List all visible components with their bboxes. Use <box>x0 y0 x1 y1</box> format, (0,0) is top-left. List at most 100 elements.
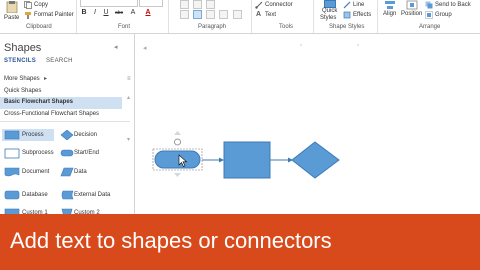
rotation-handle[interactable] <box>174 138 181 146</box>
pane-scroll-down-icon[interactable]: ▾ <box>127 136 130 143</box>
position-button[interactable]: Position <box>401 0 423 22</box>
align-right-button[interactable] <box>206 10 215 19</box>
connection-arrow-up-icon[interactable] <box>174 131 181 135</box>
position-label: Position <box>401 11 423 17</box>
master-external-data[interactable]: External Data <box>58 189 124 201</box>
more-shapes-button[interactable]: More Shapes <box>4 76 40 82</box>
font-size-box[interactable] <box>139 0 163 7</box>
master-label: Document <box>22 169 50 175</box>
arrange-group-label: Arrange <box>419 24 441 30</box>
connector-1[interactable] <box>202 157 224 163</box>
align-label: Align <box>383 11 397 17</box>
bullets-button[interactable] <box>233 10 242 19</box>
format-painter-button[interactable]: Format Painter <box>24 11 76 20</box>
stencil-quick-shapes[interactable]: Quick Shapes <box>4 88 41 94</box>
connector-2[interactable] <box>270 157 293 163</box>
subprocess-shape-icon <box>4 148 20 159</box>
strikethrough-button[interactable]: abc <box>112 9 126 17</box>
line-icon <box>343 1 351 9</box>
master-label: Subprocess <box>22 150 54 156</box>
svg-text:◂: ◂ <box>143 44 147 52</box>
pane-scroll-up-icon[interactable]: ▴ <box>127 94 130 101</box>
master-label: Start/End <box>74 150 100 156</box>
separator <box>251 0 252 33</box>
master-start-end[interactable]: Start/End <box>58 147 122 159</box>
align-left-button[interactable] <box>180 10 189 19</box>
quick-styles-button[interactable]: Quick Styles <box>319 0 341 23</box>
master-subprocess[interactable]: Subprocess <box>2 147 54 159</box>
master-document[interactable]: Document <box>2 166 54 178</box>
effects-label: Effects <box>353 12 372 18</box>
paste-button[interactable]: Paste <box>2 1 22 23</box>
pane-title: Shapes <box>4 42 42 54</box>
copy-label: Copy <box>34 2 49 8</box>
decision-shape-icon <box>60 130 74 140</box>
clipboard-icon <box>6 1 18 13</box>
data-shape-icon <box>60 167 74 177</box>
ribbon: Paste Copy Format Painter Clipboard B I … <box>0 0 480 34</box>
line-label: Line <box>353 2 365 8</box>
shape-styles-group-label: Shape Styles <box>329 24 365 30</box>
send-to-back-icon <box>425 1 433 9</box>
master-label: Decision <box>74 132 98 138</box>
title-banner: Add text to shapes or connectors <box>0 214 480 270</box>
drawing-canvas[interactable]: ◂ <box>135 34 480 214</box>
text-tool-button[interactable]: A Text <box>255 11 285 20</box>
process-shape-icon <box>4 130 20 140</box>
bold-button[interactable]: B <box>80 9 88 17</box>
pane-collapse-icon[interactable]: ◂ <box>114 43 118 51</box>
divider <box>0 121 130 122</box>
align-top-button[interactable] <box>180 0 189 9</box>
line-button[interactable]: Line <box>343 1 373 10</box>
pane-menu-icon[interactable]: ≡ <box>127 76 131 82</box>
database-shape-icon <box>4 190 20 200</box>
align-middle-button[interactable] <box>193 0 202 9</box>
connection-arrow-down-icon[interactable] <box>174 173 181 177</box>
document-shape-icon <box>4 167 20 177</box>
stencil-basic-flowchart[interactable]: Basic Flowchart Shapes <box>4 99 73 105</box>
quick-styles-label-2: Styles <box>320 15 337 21</box>
separator <box>168 0 169 33</box>
tab-search[interactable]: SEARCH <box>46 58 73 64</box>
connector-label: Connector <box>265 2 293 8</box>
align-bottom-button[interactable] <box>206 0 215 9</box>
align-button[interactable]: Align <box>381 0 399 22</box>
master-label: Database <box>22 192 48 198</box>
font-name-box[interactable] <box>80 0 138 7</box>
format-painter-label: Format Painter <box>34 12 74 18</box>
paste-label: Paste <box>4 15 20 21</box>
align-center-button[interactable] <box>193 10 202 19</box>
stencil-cross-functional[interactable]: Cross-Functional Flowchart Shapes <box>4 111 99 117</box>
start-end-shape-icon <box>60 149 74 157</box>
diagram: ◂ <box>143 44 359 179</box>
justify-button[interactable] <box>219 10 228 19</box>
master-label: External Data <box>74 192 111 198</box>
group-button[interactable]: Group <box>425 11 457 20</box>
clipboard-group-label: Clipboard <box>26 24 52 30</box>
external-data-shape-icon <box>61 190 74 200</box>
text-tool-icon: A <box>256 11 262 18</box>
effects-button[interactable]: Effects <box>343 11 375 20</box>
align-icon <box>385 1 395 9</box>
font-size-increase-button[interactable]: A <box>129 9 137 17</box>
font-group-label: Font <box>118 24 131 30</box>
master-decision[interactable]: Decision <box>58 129 122 141</box>
italic-button[interactable]: I <box>91 9 99 17</box>
ruler-expand-icon[interactable]: ◂ <box>143 44 147 52</box>
master-label: Process <box>22 132 44 138</box>
start-end-shape-selected[interactable] <box>154 150 201 169</box>
paintbrush-icon <box>25 12 31 19</box>
copy-button[interactable]: Copy <box>24 1 54 10</box>
send-to-back-button[interactable]: Send to Back <box>425 1 477 10</box>
underline-button[interactable]: U <box>102 9 110 17</box>
master-data[interactable]: Data <box>58 166 122 178</box>
separator <box>76 0 77 33</box>
process-shape[interactable] <box>223 141 271 179</box>
font-color-button[interactable]: A <box>144 9 152 17</box>
copy-icon <box>24 1 32 9</box>
tab-stencils[interactable]: STENCILS <box>4 58 36 64</box>
master-process[interactable]: Process <box>2 129 54 141</box>
decision-shape[interactable] <box>291 141 340 179</box>
master-database[interactable]: Database <box>2 189 54 201</box>
connector-button[interactable]: Connector <box>255 1 297 10</box>
